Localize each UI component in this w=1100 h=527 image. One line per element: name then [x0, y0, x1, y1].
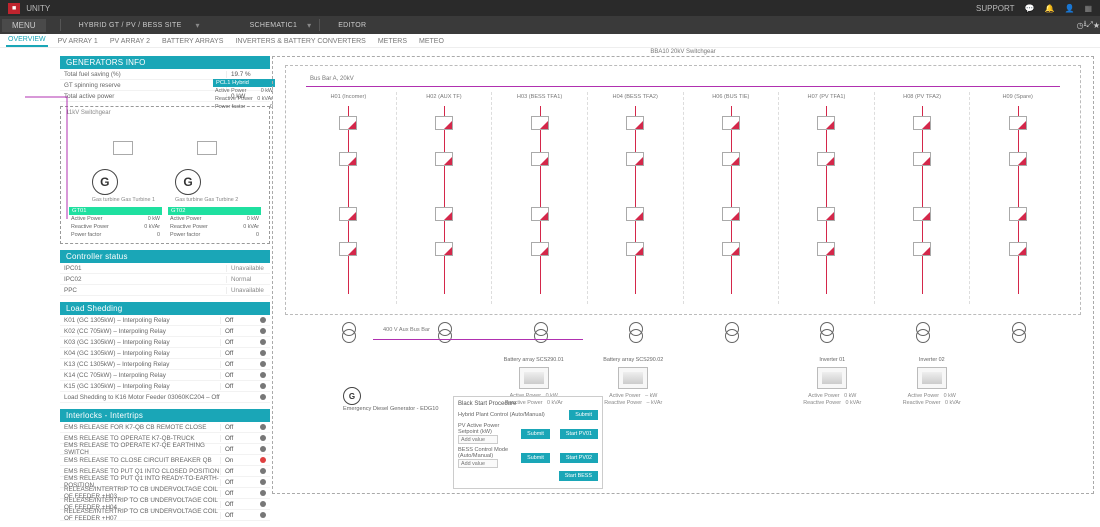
- table-row: EMS RELEASE FOR K7-QB CB REMOTE CLOSEOff: [60, 422, 270, 433]
- support-link[interactable]: SUPPORT: [976, 4, 1015, 13]
- mode-label: EDITOR: [328, 22, 376, 29]
- menu-button[interactable]: MENU: [2, 19, 46, 32]
- feeder: H07 (PV TFA1): [779, 92, 875, 304]
- device-cell: [683, 357, 783, 406]
- switchgear-box: Bus Bar A, 20kV H01 (Incomer)H02 (AUX TF…: [285, 65, 1081, 315]
- feeder: H09 (Spare): [970, 92, 1065, 304]
- table-row: K04 (GC 1305kW) – Interpoling RelayOff: [60, 348, 270, 359]
- user-icon[interactable]: 👤: [1064, 4, 1074, 13]
- feeder: H03 (BESS TFA1): [492, 92, 588, 304]
- table-row: EMS RELEASE TO OPERATE K7-QE EARTHING SW…: [60, 444, 270, 455]
- table-row: K03 (GC 1305kW) – Interpoling RelayOff: [60, 337, 270, 348]
- blackstart-row: PV Active Power Setpoint (kW)SubmitStart…: [458, 423, 598, 444]
- feeder: H06 (BUS TIE): [684, 92, 780, 304]
- feeders: H01 (Incomer)H02 (AUX TF)H03 (BESS TFA1)…: [301, 92, 1065, 304]
- device-cell: [982, 357, 1082, 406]
- generators-info-panel: GENERATORS INFO Total fuel saving (%)19.…: [60, 56, 270, 244]
- feeder: H01 (Incomer): [301, 92, 397, 304]
- tab-battery[interactable]: BATTERY ARRAYS: [160, 38, 225, 47]
- blackstart-row: Hybrid Plant Control (Auto/Manual)Submit: [458, 410, 598, 420]
- feeder: H02 (AUX TF): [397, 92, 493, 304]
- tab-inverters[interactable]: INVERTERS & BATTERY CONVERTERS: [233, 38, 367, 47]
- table-row: K13 (CC 1305kW) – Interpoling RelayOff: [60, 359, 270, 370]
- device-icon: [618, 367, 648, 389]
- table-row: K15 (GC 1305kW) – Interpoling RelayOff: [60, 381, 270, 392]
- submit-button[interactable]: Submit: [569, 410, 598, 420]
- interlocks-panel: Interlocks - Intertrips EMS RELEASE FOR …: [60, 409, 270, 521]
- tabbar: OVERVIEW PV ARRAY 1 PV ARRAY 2 BATTERY A…: [0, 34, 1100, 48]
- device-icon: [917, 367, 947, 389]
- device-cell: Inverter 01Active Power 0 kWReactive Pow…: [783, 357, 883, 406]
- table-row: RELEASE/INTERTRIP TO CB UNDERVOLTAGE COI…: [60, 510, 270, 521]
- action-button[interactable]: Start BESS: [559, 471, 598, 481]
- submit-button[interactable]: Submit: [521, 429, 550, 439]
- hybrid-box: PCL1 Hybrid Active Power0 kW Reactive Po…: [213, 79, 275, 111]
- table-row: K01 (GC 1305kW) – Interpoling RelayOff: [60, 315, 270, 326]
- generator-icon: G: [92, 169, 118, 195]
- panel-header: GENERATORS INFO: [60, 56, 270, 69]
- left-column: GENERATORS INFO Total fuel saving (%)19.…: [60, 56, 270, 527]
- device-cell: [285, 357, 385, 406]
- tab-pv1[interactable]: PV ARRAY 1: [56, 38, 100, 47]
- menubar: MENU HYBRID GT / PV / BESS SITE ▾ SCHEMA…: [0, 16, 1100, 34]
- apps-icon[interactable]: ▦: [1084, 4, 1092, 13]
- brand-name: UNITY: [26, 4, 50, 13]
- clock-icon[interactable]: ◷: [1077, 21, 1084, 30]
- breadcrumb[interactable]: HYBRID GT / PV / BESS SITE: [69, 22, 192, 29]
- blackstart-row: Start BESS: [458, 471, 598, 481]
- device-icon: [817, 367, 847, 389]
- controller-panel: Controller status IPC01Unavailable IPC02…: [60, 250, 270, 296]
- blackstart-row: BESS Control Mode (Auto/Manual)SubmitSta…: [458, 447, 598, 468]
- blackstart-panel: Black Start Procedure Hybrid Plant Contr…: [453, 396, 603, 489]
- chevron-down-icon[interactable]: ▾: [307, 21, 311, 30]
- bell-icon[interactable]: 🔔: [1045, 4, 1055, 13]
- setpoint-input[interactable]: [458, 435, 498, 444]
- action-button[interactable]: Start PV01: [560, 429, 598, 439]
- device-icon: [519, 367, 549, 389]
- device-cell: Inverter 02Active Power 0 kWReactive Pow…: [882, 357, 982, 406]
- table-row: K02 (CC 705kW) – Interpoling RelayOff: [60, 326, 270, 337]
- brand-icon: ■: [8, 3, 20, 14]
- aux-busbar: [373, 339, 583, 340]
- star-icon[interactable]: ★: [1093, 21, 1100, 30]
- feeder: H08 (PV TFA2): [875, 92, 971, 304]
- schematic-area[interactable]: BBA10 20kV Switchgear Bus Bar A, 20kV H0…: [272, 56, 1094, 494]
- feeder: H04 (BESS TFA2): [588, 92, 684, 304]
- submit-button[interactable]: Submit: [521, 453, 550, 463]
- tab-pv2[interactable]: PV ARRAY 2: [108, 38, 152, 47]
- topbar: ■ UNITY SUPPORT 💬 🔔 👤 ▦: [0, 0, 1100, 16]
- table-row: K14 (CC 705kW) – Interpoling RelayOff: [60, 370, 270, 381]
- table-row: EMS RELEASE TO CLOSE CIRCUIT BREAKER QBO…: [60, 455, 270, 466]
- shedding-panel: Load Shedding K01 (GC 1305kW) – Interpol…: [60, 302, 270, 403]
- tab-meteo[interactable]: METEO: [417, 38, 446, 47]
- tab-meters[interactable]: METERS: [376, 38, 409, 47]
- setpoint-input[interactable]: [458, 459, 498, 468]
- generator-box: 11kV Switchgear PCL1 Hybrid Active Power…: [60, 106, 270, 244]
- schematic-select[interactable]: SCHEMATIC1: [240, 22, 308, 29]
- generator-icon: G: [175, 169, 201, 195]
- content: GENERATORS INFO Total fuel saving (%)19.…: [0, 48, 1100, 500]
- action-button[interactable]: Start PV02: [560, 453, 598, 463]
- chevron-down-icon[interactable]: ▾: [196, 21, 200, 30]
- devices-row: Battery array SCS290.01Active Power 0 kW…: [285, 357, 1081, 406]
- chat-icon[interactable]: 💬: [1025, 4, 1035, 13]
- tab-overview[interactable]: OVERVIEW: [6, 36, 48, 47]
- busbar-a: [306, 86, 1060, 87]
- table-row: Load Shedding to K16 Motor Feeder 03060K…: [60, 392, 270, 403]
